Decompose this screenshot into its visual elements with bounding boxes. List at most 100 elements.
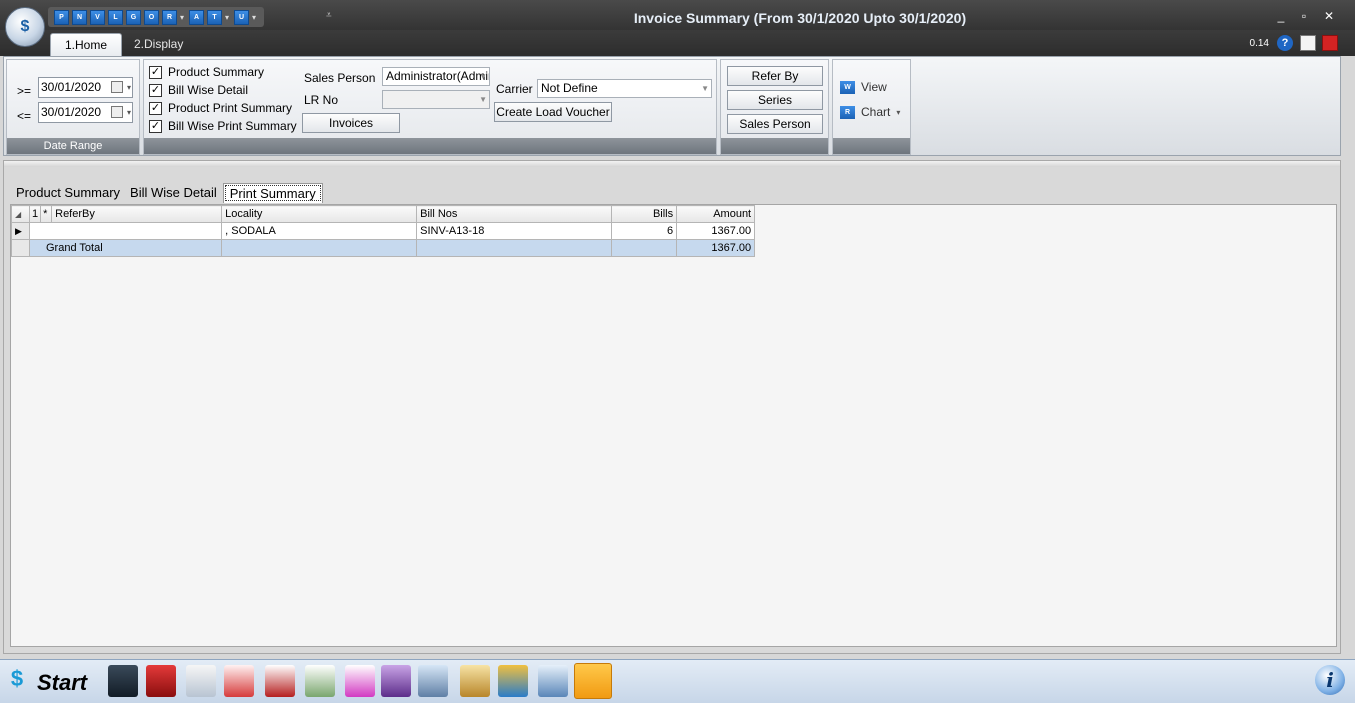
p-file-icon[interactable] bbox=[265, 665, 295, 697]
date-range-group: >= 30/01/2020 ▾ <= 30/01/2020 ▾ Date Ran… bbox=[6, 59, 140, 155]
maximize-button[interactable]: ▫ bbox=[1295, 9, 1313, 23]
product-print-summary-checkbox[interactable]: ✓ Product Print Summary bbox=[149, 101, 292, 115]
calendar-icon[interactable] bbox=[111, 106, 123, 118]
row-pointer-icon: ▶ bbox=[11, 222, 30, 240]
to-date-field[interactable]: 30/01/2020 ▾ bbox=[38, 102, 133, 123]
money-bag-icon[interactable] bbox=[460, 665, 490, 697]
print-stand-icon[interactable] bbox=[186, 665, 216, 697]
view-group: W View R Chart ▾ bbox=[832, 59, 911, 155]
qat-l-icon[interactable]: L bbox=[108, 9, 123, 25]
notes-icon[interactable] bbox=[1300, 35, 1316, 51]
carrier-select[interactable]: Not Define ▼ bbox=[537, 79, 712, 98]
series-button[interactable]: Series bbox=[727, 90, 823, 110]
red-tag-icon[interactable] bbox=[146, 665, 176, 697]
sales-person-label: Sales Person bbox=[304, 71, 376, 85]
carrier-label: Carrier bbox=[496, 82, 533, 96]
pe-clipboard-icon[interactable] bbox=[345, 665, 375, 697]
bill-wise-print-summary-checkbox[interactable]: ✓ Bill Wise Print Summary bbox=[149, 119, 297, 133]
printer-icon[interactable] bbox=[538, 665, 568, 697]
zoom-level: 0.14 bbox=[1249, 38, 1269, 49]
locality-cell[interactable]: , SODALA bbox=[221, 222, 418, 240]
product-summary-checkbox[interactable]: ✓ Product Summary bbox=[149, 65, 264, 79]
minimize-button[interactable]: _ bbox=[1272, 9, 1290, 23]
qat-a-icon[interactable]: A bbox=[189, 9, 205, 25]
column-refer-by[interactable]: ReferBy bbox=[51, 205, 223, 223]
chevron-down-icon[interactable]: ▾ bbox=[896, 108, 900, 117]
tab-bill-wise-detail[interactable]: Bill Wise Detail bbox=[126, 183, 221, 203]
checkbox-checked-icon[interactable]: ✓ bbox=[149, 101, 162, 115]
chevron-down-icon[interactable]: ▼ bbox=[479, 91, 487, 108]
create-load-voucher-button[interactable]: Create Load Voucher bbox=[494, 102, 612, 122]
select-all-icon[interactable]: ◢ bbox=[11, 205, 30, 223]
view-icon: W bbox=[840, 80, 855, 94]
info-icon[interactable]: i bbox=[1315, 665, 1345, 695]
checkbox-checked-icon[interactable]: ✓ bbox=[149, 65, 162, 79]
chevron-down-icon[interactable]: ▾ bbox=[127, 103, 131, 122]
sales-person-select[interactable]: Administrator(Admir ▼ bbox=[382, 67, 490, 86]
print-summary-grid: ◢ 1 * ReferBy Locality Bill Nos Bills Am… bbox=[11, 205, 756, 257]
refer-by-button[interactable]: Refer By bbox=[727, 66, 823, 86]
column-bills[interactable]: Bills bbox=[611, 205, 678, 223]
taskbar: $ Start i bbox=[0, 659, 1355, 703]
lr-no-select[interactable]: ▼ bbox=[382, 90, 490, 109]
from-date-field[interactable]: 30/01/2020 ▾ bbox=[38, 77, 133, 98]
credit-book-icon[interactable] bbox=[224, 665, 254, 697]
ribbon: >= 30/01/2020 ▾ <= 30/01/2020 ▾ Date Ran… bbox=[3, 56, 1341, 156]
start-logo-icon[interactable]: $ bbox=[3, 666, 31, 696]
group-star-cell[interactable]: * bbox=[40, 205, 53, 223]
qat-n-icon[interactable]: N bbox=[72, 9, 87, 25]
tab-product-summary[interactable]: Product Summary bbox=[12, 183, 124, 203]
qat-r-dropdown-icon[interactable]: ▾ bbox=[180, 13, 184, 22]
invoices-button[interactable]: Invoices bbox=[302, 113, 400, 133]
options-group: ✓ Product Summary ✓ Bill Wise Detail ✓ P… bbox=[143, 59, 717, 155]
help-icon[interactable]: ? bbox=[1277, 35, 1293, 51]
window-title: Invoice Summary (From 30/1/2020 Upto 30/… bbox=[633, 10, 967, 26]
qat-o-icon[interactable]: O bbox=[144, 9, 159, 25]
exit-icon[interactable] bbox=[1322, 35, 1338, 51]
tab-print-summary[interactable]: Print Summary bbox=[222, 183, 323, 203]
qat-u-icon[interactable]: U bbox=[234, 9, 250, 25]
checkbox-checked-icon[interactable]: ✓ bbox=[149, 83, 162, 97]
bar-chart-icon[interactable] bbox=[574, 663, 612, 699]
view-button[interactable]: W View bbox=[840, 80, 887, 94]
qat-v-icon[interactable]: V bbox=[90, 9, 105, 25]
grand-total-amount: 1367.00 bbox=[676, 239, 756, 257]
column-locality[interactable]: Locality bbox=[221, 205, 418, 223]
qat-u-dropdown-icon[interactable]: ▾ bbox=[252, 13, 256, 22]
start-button[interactable]: Start bbox=[37, 670, 87, 696]
bills-cell[interactable]: 6 bbox=[611, 222, 678, 240]
checkbox-checked-icon[interactable]: ✓ bbox=[149, 119, 162, 133]
qat-t-icon[interactable]: T bbox=[207, 9, 223, 25]
shapes-icon[interactable] bbox=[498, 665, 528, 697]
tab-display[interactable]: 2.Display bbox=[120, 33, 197, 56]
content-panel: Product Summary Bill Wise Detail Print S… bbox=[3, 160, 1341, 654]
chevron-down-icon[interactable]: ▾ bbox=[127, 78, 131, 97]
column-amount[interactable]: Amount bbox=[676, 205, 756, 223]
report-by-group: Refer By Series Sales Person bbox=[720, 59, 829, 155]
chart-button[interactable]: R Chart ▾ bbox=[840, 105, 900, 119]
close-button[interactable]: ✕ bbox=[1320, 9, 1338, 23]
re-clipboard-icon[interactable] bbox=[305, 665, 335, 697]
chevron-down-icon[interactable]: ▼ bbox=[701, 80, 709, 97]
view-group-footer bbox=[833, 138, 910, 154]
table-row[interactable]: ▶ , SODALA SINV-A13-18 6 1367.00 bbox=[11, 222, 756, 240]
column-bill-nos[interactable]: Bill Nos bbox=[416, 205, 613, 223]
qat-g-icon[interactable]: G bbox=[126, 9, 141, 25]
qat-r-icon[interactable]: R bbox=[162, 9, 177, 25]
tab-home[interactable]: 1.Home bbox=[50, 33, 123, 56]
refer-by-cell[interactable] bbox=[28, 222, 223, 240]
group-level-cell[interactable]: 1 bbox=[28, 205, 42, 223]
bill-nos-cell[interactable]: SINV-A13-18 bbox=[416, 222, 613, 240]
bill-wise-detail-checkbox[interactable]: ✓ Bill Wise Detail bbox=[149, 83, 248, 97]
app-orb-icon[interactable]: $ bbox=[5, 7, 45, 47]
cash-register-icon[interactable] bbox=[381, 665, 411, 697]
exchange-icon[interactable] bbox=[418, 665, 448, 697]
amount-cell[interactable]: 1367.00 bbox=[676, 222, 756, 240]
qat-t-dropdown-icon[interactable]: ▾ bbox=[225, 13, 229, 22]
dark-book-icon[interactable] bbox=[108, 665, 138, 697]
qat-customize-icon[interactable]: ⩡ bbox=[326, 10, 332, 21]
qat-p-icon[interactable]: P bbox=[54, 9, 69, 25]
sales-person-button[interactable]: Sales Person bbox=[727, 114, 823, 134]
calendar-icon[interactable] bbox=[111, 81, 123, 93]
chevron-down-icon[interactable]: ▼ bbox=[479, 68, 487, 85]
